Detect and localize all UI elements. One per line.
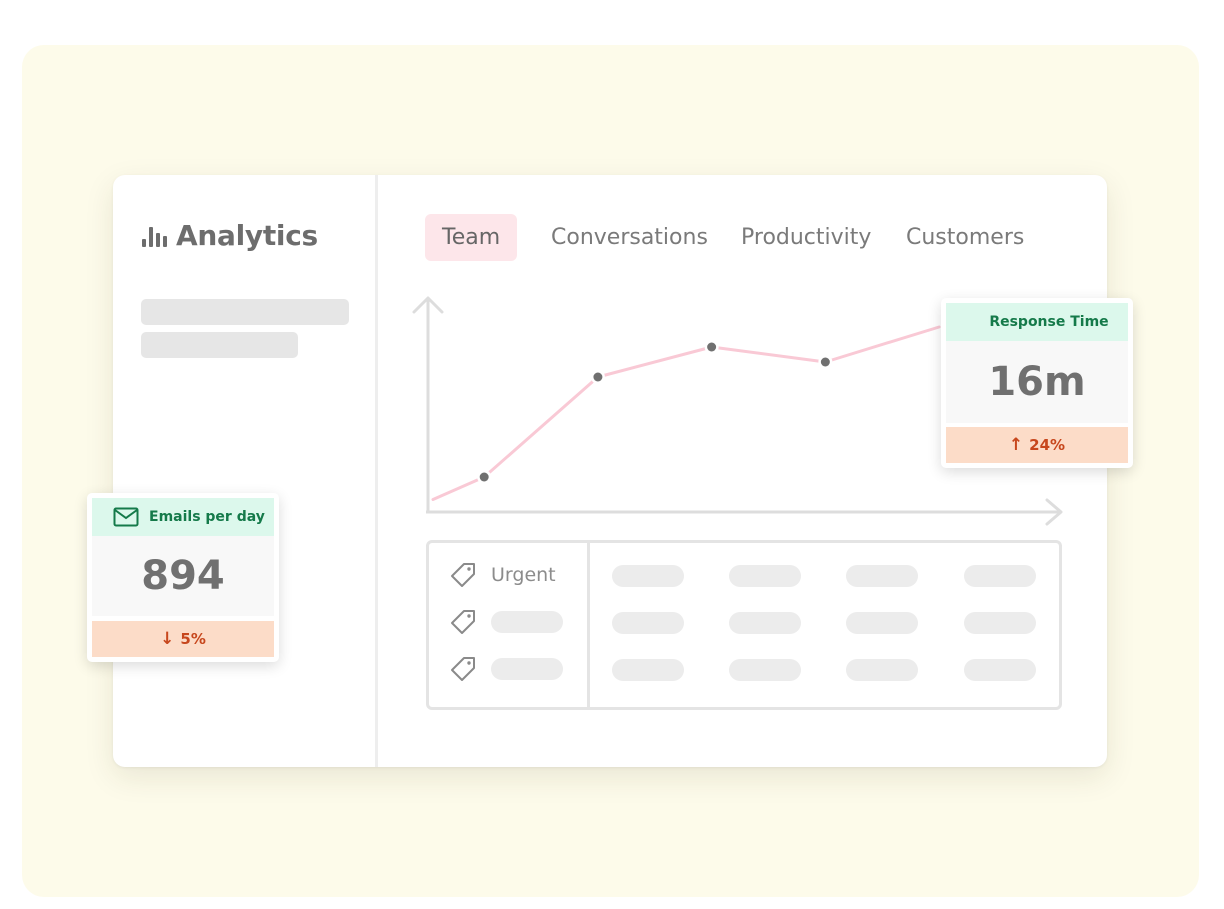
analytics-window: Analytics Team Conversations Productivit… <box>113 175 1107 767</box>
data-point <box>707 342 717 352</box>
response-time-value: 16m <box>988 359 1086 405</box>
emails-per-day-change-badge: ↓ 5% <box>92 621 274 657</box>
table-row[interactable] <box>449 655 563 683</box>
data-point <box>479 472 489 482</box>
series-line <box>431 325 941 501</box>
response-time-change: 24% <box>1029 436 1066 454</box>
placeholder-pill <box>612 612 684 634</box>
placeholder-pill <box>612 565 684 587</box>
emails-per-day-value-box: 894 <box>92 536 274 616</box>
response-time-header: Response Time <box>946 303 1128 341</box>
tag-label: Urgent <box>491 564 556 586</box>
placeholder-pill <box>729 659 801 681</box>
placeholder-pill <box>612 659 684 681</box>
emails-per-day-value: 894 <box>141 553 225 599</box>
placeholder-pill <box>729 612 801 634</box>
tag-table: Urgent <box>426 540 1062 710</box>
tag-icon <box>451 657 475 681</box>
tag-icon <box>451 610 475 634</box>
response-time-label: Response Time <box>989 314 1109 330</box>
emails-per-day-label: Emails per day <box>149 509 265 525</box>
tag-icon <box>451 563 475 587</box>
arrow-up-icon: ↑ <box>1008 435 1024 455</box>
table-divider <box>587 543 590 707</box>
placeholder-pill <box>964 659 1036 681</box>
placeholder-pill <box>964 612 1036 634</box>
placeholder-pill <box>729 565 801 587</box>
placeholder-pill <box>491 611 563 633</box>
placeholder-pill <box>846 565 918 587</box>
response-time-card: Response Time 16m ↑ 24% <box>941 298 1133 468</box>
envelope-icon <box>113 507 139 527</box>
emails-per-day-card: Emails per day 894 ↓ 5% <box>87 493 279 662</box>
emails-per-day-header: Emails per day <box>92 498 274 536</box>
placeholder-pill <box>846 612 918 634</box>
data-point <box>593 372 603 382</box>
arrow-down-icon: ↓ <box>160 629 175 649</box>
response-time-change-badge: ↑ 24% <box>946 427 1128 463</box>
emails-per-day-change: 5% <box>180 630 206 648</box>
placeholder-pill <box>964 565 1036 587</box>
placeholder-pill <box>846 659 918 681</box>
data-point <box>820 357 830 367</box>
placeholder-pill <box>491 658 563 680</box>
response-time-value-box: 16m <box>946 341 1128 423</box>
table-row[interactable] <box>449 608 563 636</box>
table-row[interactable]: Urgent <box>449 561 556 589</box>
